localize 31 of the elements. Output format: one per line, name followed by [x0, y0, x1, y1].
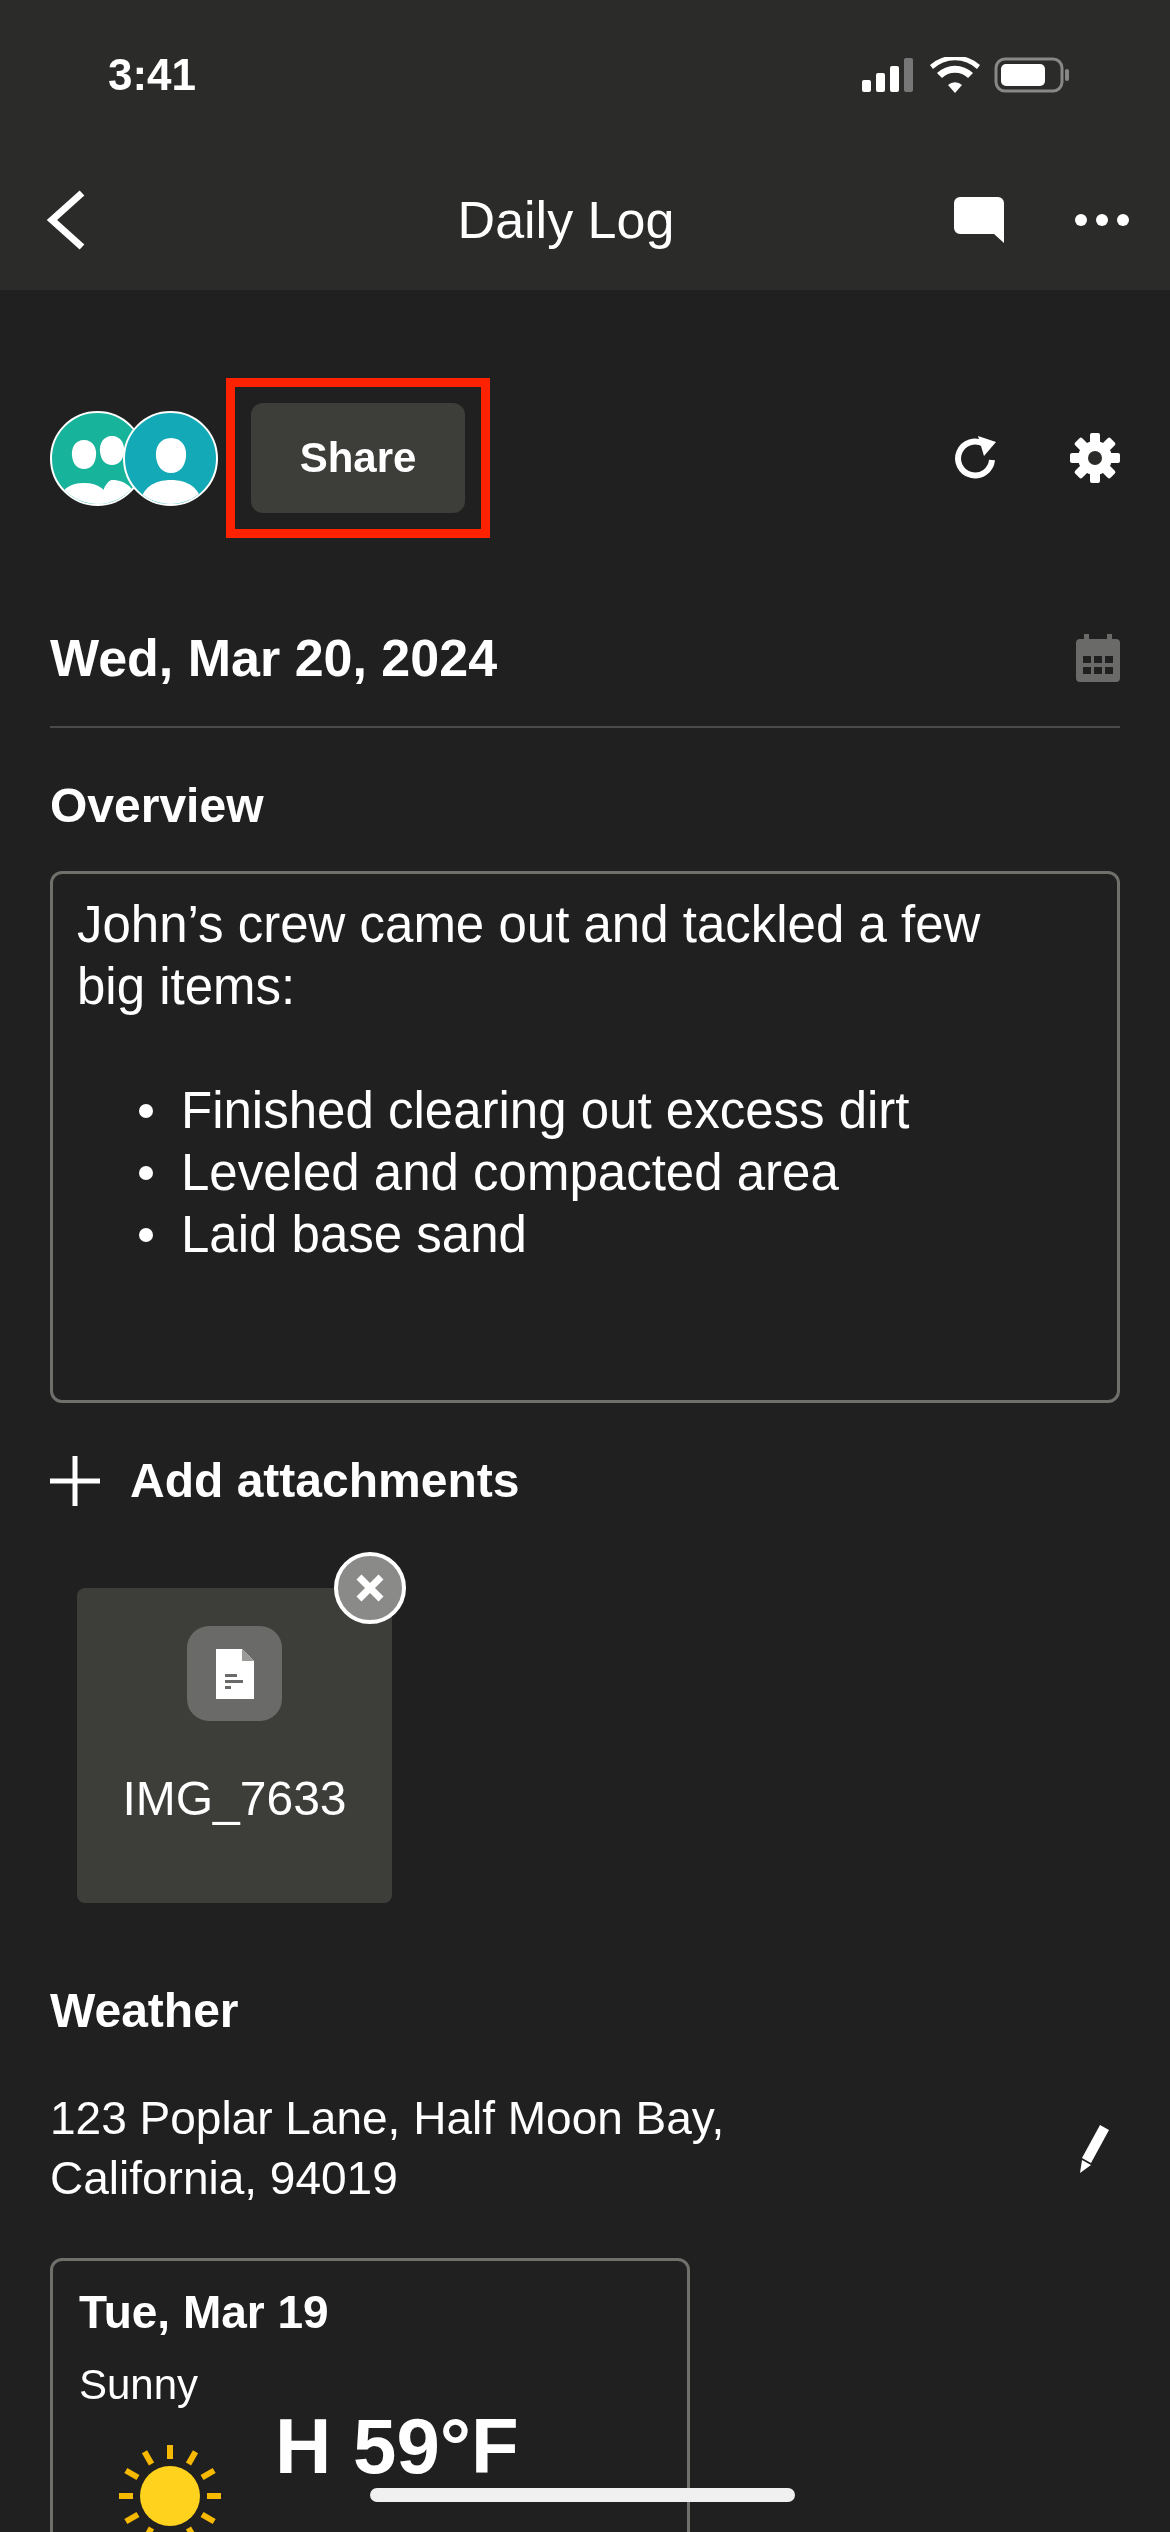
weather-address: 123 Poplar Lane, Half Moon Bay, California, 94019 [50, 2091, 726, 2206]
calendar-button[interactable] [1076, 634, 1120, 682]
comment-button[interactable] [954, 197, 1004, 243]
battery-icon [994, 57, 1070, 93]
bullet-text: Laid base sand [181, 1205, 527, 1265]
bullet-icon [139, 1228, 153, 1242]
wifi-icon [930, 57, 980, 93]
attachment-card[interactable]: IMG_7633 [77, 1588, 392, 1903]
signal-icon [862, 58, 916, 92]
high-temperature: H 59°F [275, 2401, 519, 2492]
section-heading: Weather [50, 1983, 240, 2038]
weather-condition: Sunny [79, 2361, 200, 2409]
attachment-name: IMG_7633 [122, 1771, 347, 1826]
plus-icon [50, 1455, 100, 1506]
add-attachments-button[interactable]: Add attachments [50, 1453, 520, 1508]
overview-field[interactable]: John’s crew came out and tackled a few big items: Finished clearing out excess dirt Leveled and compacted area Laid base sand [50, 871, 1120, 1403]
close-icon [355, 1573, 385, 1603]
file-icon [187, 1626, 282, 1721]
more-button[interactable] [1074, 213, 1130, 227]
status-time: 3:41 [108, 50, 197, 100]
section-heading: Overview [50, 778, 265, 833]
settings-button[interactable] [1070, 433, 1120, 483]
bullet-icon [139, 1166, 153, 1180]
bullet-text: Finished clearing out excess dirt [181, 1081, 910, 1141]
bullet-icon [139, 1104, 153, 1118]
screen-title: Daily Log [456, 190, 676, 250]
share-button[interactable]: Share [251, 403, 465, 513]
edit-button[interactable] [1078, 2123, 1110, 2173]
log-date: Wed, Mar 20, 2024 [50, 628, 498, 688]
bullet-text: Leveled and compacted area [181, 1143, 839, 1203]
weather-date: Tue, Mar 19 [79, 2285, 330, 2339]
